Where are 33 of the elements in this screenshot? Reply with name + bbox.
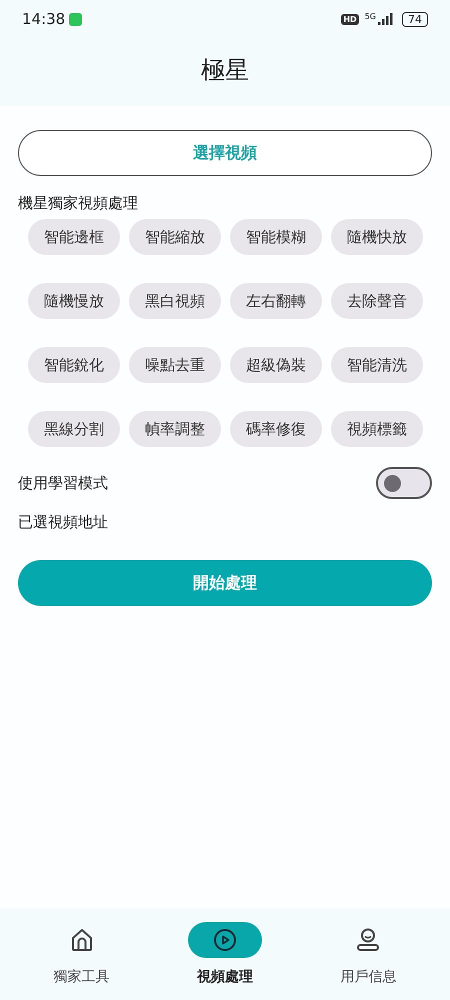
feature-chip[interactable]: 幀率調整 bbox=[129, 411, 221, 447]
feature-chip[interactable]: 智能銳化 bbox=[28, 347, 120, 383]
nav-tab[interactable]: 獨家工具 bbox=[22, 908, 142, 1000]
signal-icon bbox=[378, 13, 394, 25]
selected-path-label: 已選視頻地址 bbox=[18, 513, 109, 532]
feature-chip[interactable]: 智能縮放 bbox=[129, 219, 221, 255]
feature-chip[interactable]: 去除聲音 bbox=[331, 283, 423, 319]
feature-chip[interactable]: 碼率修復 bbox=[230, 411, 322, 447]
home-icon bbox=[70, 928, 93, 952]
play-circle-icon bbox=[212, 928, 237, 952]
nav-tab[interactable]: 視頻處理 bbox=[164, 908, 285, 1000]
feature-chip[interactable]: 左右翻轉 bbox=[230, 283, 322, 319]
section-title: 機星獨家視頻處理 bbox=[18, 194, 139, 213]
feature-chip[interactable]: 隨機慢放 bbox=[28, 283, 120, 319]
feature-chip[interactable]: 黑白視頻 bbox=[129, 283, 221, 319]
feature-chip[interactable]: 視頻標籤 bbox=[331, 411, 423, 447]
feature-chip[interactable]: 智能清洗 bbox=[331, 347, 423, 383]
nav-tab[interactable]: 用戶信息 bbox=[308, 908, 428, 1000]
feature-chip[interactable]: 隨機快放 bbox=[331, 219, 423, 255]
feature-chip[interactable]: 噪點去重 bbox=[129, 347, 221, 383]
app-title: 極星 bbox=[201, 55, 249, 86]
feature-chip[interactable]: 超級偽裝 bbox=[230, 347, 322, 383]
learning-mode-toggle[interactable] bbox=[376, 467, 432, 499]
feature-chip[interactable]: 黑線分割 bbox=[28, 411, 120, 447]
battery-level: 74 bbox=[402, 12, 428, 26]
hd-badge: HD bbox=[341, 14, 359, 24]
feature-chip[interactable]: 智能模糊 bbox=[230, 219, 322, 255]
feature-chip[interactable]: 智能邊框 bbox=[28, 219, 120, 255]
chat-app-icon bbox=[69, 12, 82, 26]
user-icon bbox=[356, 928, 380, 952]
learning-mode-label: 使用學習模式 bbox=[18, 474, 108, 492]
status-time: 14:38 bbox=[22, 10, 66, 28]
network-type: 5G bbox=[364, 12, 376, 21]
